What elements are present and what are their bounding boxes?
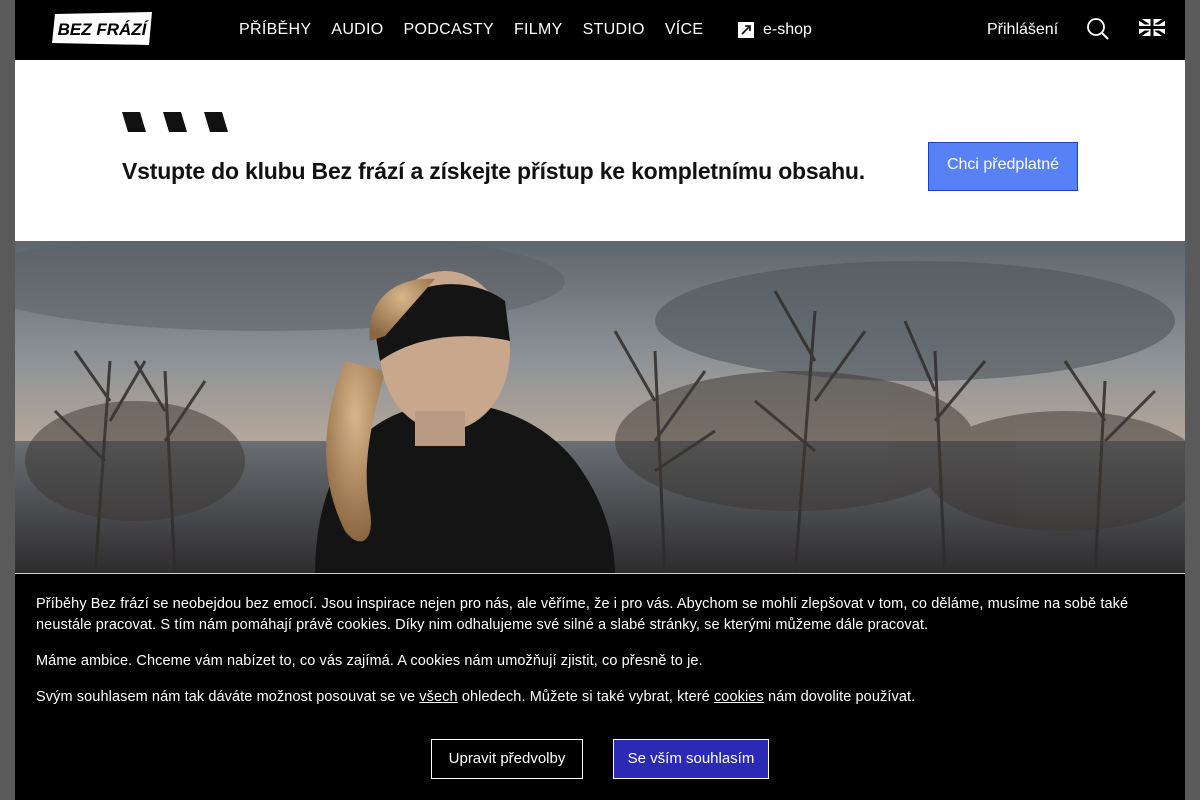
nav-item-podcasty[interactable]: PODCASTY [404,20,494,40]
accept-all-button[interactable]: Se vším souhlasím [613,739,769,779]
eshop-label: e-shop [763,21,812,38]
cookie-text-3-a: Svým souhlasem nám tak dáváte možnost po… [36,689,420,705]
eshop-link[interactable]: e-shop [738,20,812,40]
cookie-text-3-b: ohledech. Můžete si také vybrat, které [457,689,714,705]
cookie-text-1: Příběhy Bez frází se neobejdou bez emocí… [36,596,1129,633]
nav-item-pribehy[interactable]: PŘÍBĚHY [239,20,311,40]
cookie-text-3-c: nám dovolite používat. [763,689,916,705]
main-nav: PŘÍBĚHY AUDIO PODCASTY FILMY STUDIO VÍCE [239,20,703,40]
nav-item-vice[interactable]: VÍCE [665,20,704,40]
svg-text:BEZ FRÁZÍ: BEZ FRÁZÍ [58,20,150,39]
nav-item-filmy[interactable]: FILMY [514,20,563,40]
cookie-text-2: Máme ambice. Chceme vám nabízet to, co v… [36,653,703,669]
external-link-icon [738,22,754,38]
search-icon[interactable] [1086,17,1110,41]
top-navigation-bar: BEZ FRÁZÍ PŘÍBĚHY AUDIO PODCASTY FILMY S… [15,0,1185,60]
login-link[interactable]: Přihlášení [987,20,1058,40]
bez-frazi-logo[interactable]: BEZ FRÁZÍ [52,12,152,45]
cookie-consent-banner: Příběhy Bez frází se neobejdou bez emocí… [15,573,1185,800]
edit-preferences-button[interactable]: Upravit předvolby [431,739,583,779]
all-link[interactable]: všech [419,689,457,705]
nav-item-studio[interactable]: STUDIO [583,20,645,40]
uk-flag-icon[interactable] [1139,19,1165,36]
subscription-promo: Vstupte do klubu Bez frází a získejte př… [15,60,1185,241]
subscribe-button[interactable]: Chci předplatné [928,142,1078,191]
cookie-text-3: Svým souhlasem nám tak dáváte možnost po… [36,687,915,708]
hero-image [15,241,1185,576]
cookies-link[interactable]: cookies [714,689,764,705]
promo-heading: Vstupte do klubu Bez frází a získejte př… [122,158,865,184]
nav-item-audio[interactable]: AUDIO [331,20,383,40]
decorative-marks-icon [122,112,228,132]
page: BEZ FRÁZÍ PŘÍBĚHY AUDIO PODCASTY FILMY S… [15,0,1185,800]
